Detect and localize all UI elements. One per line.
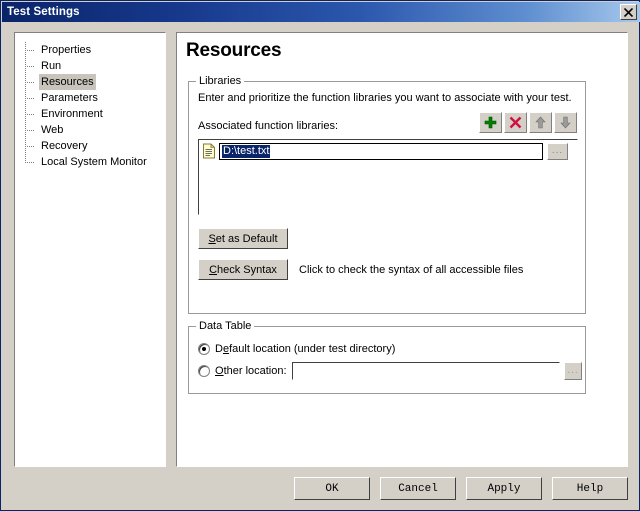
check-syntax-label: heck Syntax: [217, 263, 277, 276]
libraries-toolbar: [479, 112, 577, 133]
cancel-button[interactable]: Cancel: [380, 477, 456, 500]
sidebar-item-label: Parameters: [41, 92, 98, 104]
library-path-input[interactable]: D:\test.txt: [219, 142, 543, 160]
document-icon: [202, 143, 216, 159]
move-down-button[interactable]: [554, 112, 577, 133]
sidebar-item-resources[interactable]: Resources: [15, 74, 165, 90]
libraries-group-title: Libraries: [196, 76, 245, 87]
sidebar-item-web[interactable]: Web: [15, 122, 165, 138]
list-item[interactable]: D:\test.txt ...: [201, 142, 577, 160]
check-syntax-hint: Click to check the syntax of all accessi…: [299, 264, 524, 276]
library-path-value: D:\test.txt: [222, 144, 271, 158]
radio-default-location-dot[interactable]: [198, 343, 210, 355]
close-button[interactable]: [620, 4, 637, 20]
set-default-accel: S: [208, 232, 216, 245]
title-bar[interactable]: Test Settings: [2, 2, 640, 22]
radio-default-location[interactable]: Default location (under test directory): [198, 341, 395, 357]
dialog-button-bar: OK Cancel Apply Help: [1, 477, 640, 500]
sidebar-item-label: Run: [41, 60, 62, 72]
sidebar-item-label: Local System Monitor: [41, 156, 147, 168]
data-table-group: Data Table Default location (under test …: [188, 321, 586, 394]
ok-button[interactable]: OK: [294, 477, 370, 500]
add-library-button[interactable]: [479, 112, 502, 133]
window-title: Test Settings: [7, 6, 80, 18]
libraries-description: Enter and prioritize the function librar…: [198, 92, 572, 104]
associated-libraries-list[interactable]: D:\test.txt ...: [198, 139, 578, 215]
page-title: Resources: [186, 40, 282, 61]
close-icon: [624, 7, 633, 17]
set-as-default-button[interactable]: Set as Default: [198, 228, 288, 249]
set-default-label: et as Default: [215, 232, 278, 245]
libraries-group: Libraries Enter and prioritize the funct…: [188, 76, 586, 314]
associated-libraries-label: Associated function libraries:: [198, 120, 339, 132]
sidebar-item-label: Resources: [39, 74, 96, 90]
check-syntax-button[interactable]: Check Syntax: [198, 259, 288, 280]
radio-other-location-dot[interactable]: [198, 365, 210, 377]
radio-default-location-label: Default location (under test directory): [215, 343, 395, 355]
sidebar-item-label: Recovery: [41, 140, 88, 152]
settings-category-tree[interactable]: Properties Run Resources Parameters Envi…: [14, 32, 166, 467]
arrow-up-icon: [535, 116, 546, 129]
plus-icon: [484, 116, 497, 129]
other-location-input[interactable]: [292, 362, 560, 380]
other-label-accel: O: [215, 365, 224, 377]
sidebar-item-label: Web: [41, 124, 64, 136]
sidebar-item-environment[interactable]: Environment: [15, 106, 165, 122]
apply-button[interactable]: Apply: [466, 477, 542, 500]
data-table-group-title: Data Table: [196, 321, 255, 332]
sidebar-item-recovery[interactable]: Recovery: [15, 138, 165, 154]
default-label-pre: D: [215, 343, 223, 355]
resources-panel: Resources Libraries Enter and prioritize…: [176, 32, 628, 467]
other-location-browse-button[interactable]: ...: [564, 362, 582, 380]
sidebar-item-local-system-monitor[interactable]: Local System Monitor: [15, 154, 165, 170]
check-syntax-accel: C: [209, 263, 218, 276]
x-icon: [509, 116, 522, 129]
library-browse-button[interactable]: ...: [547, 142, 568, 160]
other-label-post: ther location:: [223, 365, 287, 377]
help-button[interactable]: Help: [552, 477, 628, 500]
arrow-down-icon: [560, 116, 571, 129]
default-label-post: fault location (under test directory): [229, 343, 396, 355]
radio-other-location-label: Other location:: [215, 365, 287, 377]
sidebar-item-label: Environment: [41, 108, 103, 120]
sidebar-item-parameters[interactable]: Parameters: [15, 90, 165, 106]
test-settings-dialog: Test Settings Properties Run Resources P…: [0, 0, 640, 511]
radio-other-location[interactable]: Other location:: [198, 363, 287, 379]
sidebar-item-label: Properties: [41, 44, 92, 56]
sidebar-item-properties[interactable]: Properties: [15, 42, 165, 58]
sidebar-item-run[interactable]: Run: [15, 58, 165, 74]
remove-library-button[interactable]: [504, 112, 527, 133]
move-up-button[interactable]: [529, 112, 552, 133]
